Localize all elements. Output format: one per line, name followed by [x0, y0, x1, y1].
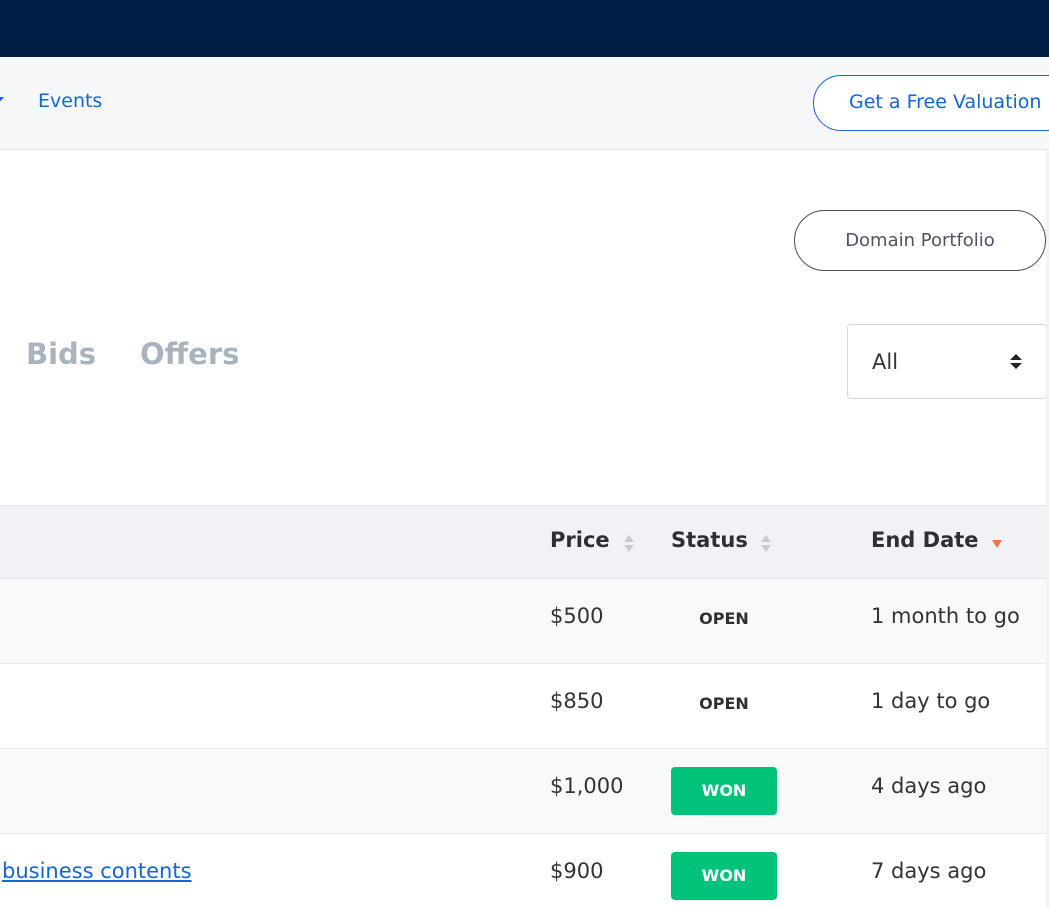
- domain-link[interactable]: business contents: [2, 859, 192, 883]
- chevron-down-icon[interactable]: [0, 97, 4, 103]
- status-badge: WON: [671, 852, 777, 900]
- table-row: business contents $900 WON 7 days ago: [0, 834, 1049, 908]
- table-row: $850 OPEN 1 day to go: [0, 664, 1049, 749]
- domain-portfolio-button[interactable]: Domain Portfolio: [794, 210, 1046, 271]
- sort-desc-icon[interactable]: [992, 540, 1002, 548]
- status-badge: WON: [671, 767, 777, 815]
- table-header: Price Status End Date: [0, 505, 1049, 579]
- nav-bar: Events Get a Free Valuation: [0, 57, 1049, 150]
- tab-bids[interactable]: Bids: [26, 337, 96, 371]
- bids-table: Price Status End Date $500 OPEN 1 month …: [0, 505, 1049, 908]
- status-badge: OPEN: [699, 609, 749, 628]
- end-date-cell: 1 month to go: [871, 604, 1020, 628]
- end-date-cell: 7 days ago: [871, 859, 987, 883]
- top-bar: [0, 0, 1049, 57]
- filter-selected-value: All: [872, 350, 899, 374]
- table-row: $1,000 WON 4 days ago: [0, 749, 1049, 834]
- column-header-end-date[interactable]: End Date: [871, 528, 979, 552]
- sort-arrows-icon: [1010, 354, 1022, 370]
- table-row: $500 OPEN 1 month to go: [0, 579, 1049, 664]
- status-badge: OPEN: [699, 694, 749, 713]
- end-date-cell: 4 days ago: [871, 774, 987, 798]
- price-cell: $900: [550, 859, 604, 883]
- price-cell: $850: [550, 689, 604, 713]
- price-cell: $1,000: [550, 774, 624, 798]
- end-date-cell: 1 day to go: [871, 689, 991, 713]
- column-header-price[interactable]: Price: [550, 528, 610, 552]
- sort-icon[interactable]: [761, 535, 771, 553]
- status-filter-select[interactable]: All: [847, 324, 1047, 399]
- column-header-status[interactable]: Status: [671, 528, 748, 552]
- price-cell: $500: [550, 604, 604, 628]
- free-valuation-button[interactable]: Get a Free Valuation: [813, 75, 1049, 131]
- tab-offers[interactable]: Offers: [140, 337, 239, 371]
- sort-icon[interactable]: [624, 535, 634, 553]
- nav-link-events[interactable]: Events: [38, 90, 102, 112]
